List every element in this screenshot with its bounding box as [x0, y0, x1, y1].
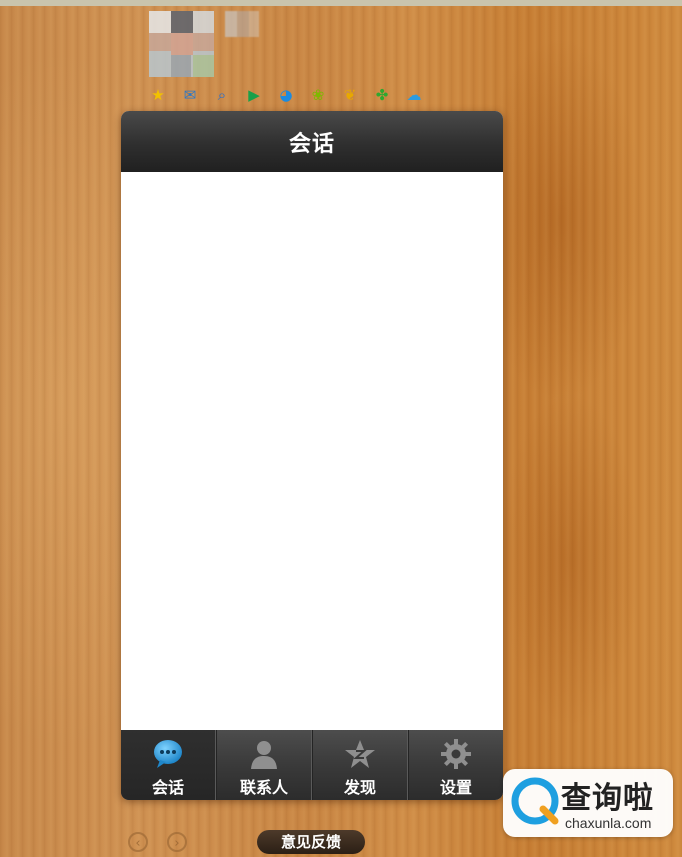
contacts-icon: [251, 741, 277, 769]
page-title: 会话: [288, 131, 335, 157]
cloud-icon[interactable]: ☁: [403, 84, 425, 106]
tab-label: 会话: [151, 778, 184, 797]
next-page-button[interactable]: ›: [167, 832, 187, 852]
tab-settings[interactable]: 设置: [408, 730, 503, 800]
mail-icon[interactable]: ✉: [179, 84, 201, 106]
clover-icon[interactable]: ✤: [371, 84, 393, 106]
tab-contacts[interactable]: 联系人: [216, 730, 312, 800]
chat-bubble-icon: [154, 740, 182, 768]
tab-label: 设置: [439, 778, 472, 797]
conversation-list[interactable]: [121, 172, 503, 730]
tab-discover[interactable]: 发现: [312, 730, 408, 800]
avatar[interactable]: [149, 11, 214, 77]
search-icon[interactable]: ⌕: [211, 84, 233, 106]
watermark-url: chaxunla.com: [565, 815, 652, 831]
nickname-blurred: [225, 11, 259, 37]
tab-label: 发现: [343, 778, 376, 797]
title-bar: 会话: [121, 111, 503, 172]
app-icon-bar: ★ ✉ ⌕ ▶ ◕ ❀ ❦ ✤ ☁: [147, 84, 425, 106]
tab-conversations[interactable]: 会话: [121, 730, 216, 800]
ball-icon[interactable]: ◕: [275, 84, 297, 106]
watermark-logo: 查询啦 chaxunla.com: [503, 769, 673, 837]
tab-label: 联系人: [239, 778, 288, 797]
fruit-icon[interactable]: ❀: [307, 84, 329, 106]
play-icon[interactable]: ▶: [243, 84, 265, 106]
moneybag-icon[interactable]: ❦: [339, 84, 361, 106]
settings-gear-icon: [441, 739, 471, 769]
tab-bar: 会话 联系人 发现 设置: [121, 730, 503, 800]
main-panel: 会话 会话 联系人 发现 设置: [121, 111, 503, 800]
window-top-border: [0, 0, 682, 6]
watermark-title: 查询啦: [561, 781, 654, 816]
star-icon[interactable]: ★: [147, 84, 169, 106]
watermark-q-icon: [511, 777, 559, 825]
discover-star-icon: [345, 740, 375, 768]
feedback-button[interactable]: 意见反馈: [257, 830, 365, 854]
prev-page-button[interactable]: ‹: [128, 832, 148, 852]
